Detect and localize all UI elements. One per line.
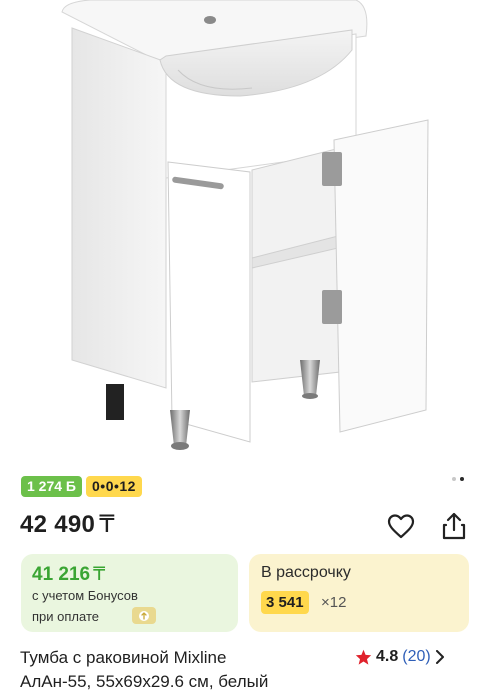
installment-card[interactable]: В рассрочку 3 541 ×12	[249, 554, 469, 632]
bonus-price-amount: 41 216	[32, 564, 91, 585]
bonus-price-card[interactable]: 41 216 ₸ с учетом Бонусов при оплате	[21, 554, 238, 632]
share-button[interactable]	[439, 511, 469, 541]
product-title-line1: Тумба с раковиной Mixline	[20, 648, 227, 667]
bonus-badge: 1 274 Б	[21, 476, 82, 497]
chevron-right-icon	[435, 650, 444, 664]
product-price: 42 490 ₸	[20, 510, 115, 539]
favorite-button[interactable]	[386, 511, 416, 541]
installment-title: В рассрочку	[261, 564, 351, 581]
heart-icon	[387, 514, 415, 539]
price-currency: ₸	[99, 511, 115, 538]
rating-score: 4.8	[376, 648, 399, 665]
installment-badge: 0•0•12	[86, 476, 142, 497]
payment-method-icon	[132, 607, 156, 624]
carousel-dot[interactable]	[452, 477, 456, 481]
product-title-line2: АлАн-55, 55х69х29.6 см, белый	[20, 672, 269, 691]
carousel-dot-active[interactable]	[460, 477, 464, 481]
vanity-cabinet-illustration	[61, 0, 429, 450]
bonus-price: 41 216 ₸	[32, 563, 105, 586]
bonus-price-currency: ₸	[93, 564, 106, 585]
review-count-link[interactable]: (20)	[402, 648, 430, 666]
share-icon	[442, 512, 466, 540]
bonus-note: с учетом Бонусов	[32, 588, 138, 603]
star-icon	[355, 649, 372, 665]
promo-badges: 1 274 Б 0•0•12	[21, 476, 142, 497]
carousel-indicator	[452, 477, 464, 481]
product-rating[interactable]: 4.8 (20)	[355, 646, 445, 668]
product-image[interactable]	[0, 0, 490, 462]
coin-icon	[139, 610, 149, 621]
product-title: Тумба с раковиной Mixline АлАн-55, 55х69…	[20, 646, 340, 694]
price-amount: 42 490	[20, 511, 96, 538]
bonus-note-payment: при оплате	[32, 609, 99, 624]
installment-term: ×12	[321, 594, 347, 611]
installment-monthly: 3 541	[261, 591, 309, 614]
